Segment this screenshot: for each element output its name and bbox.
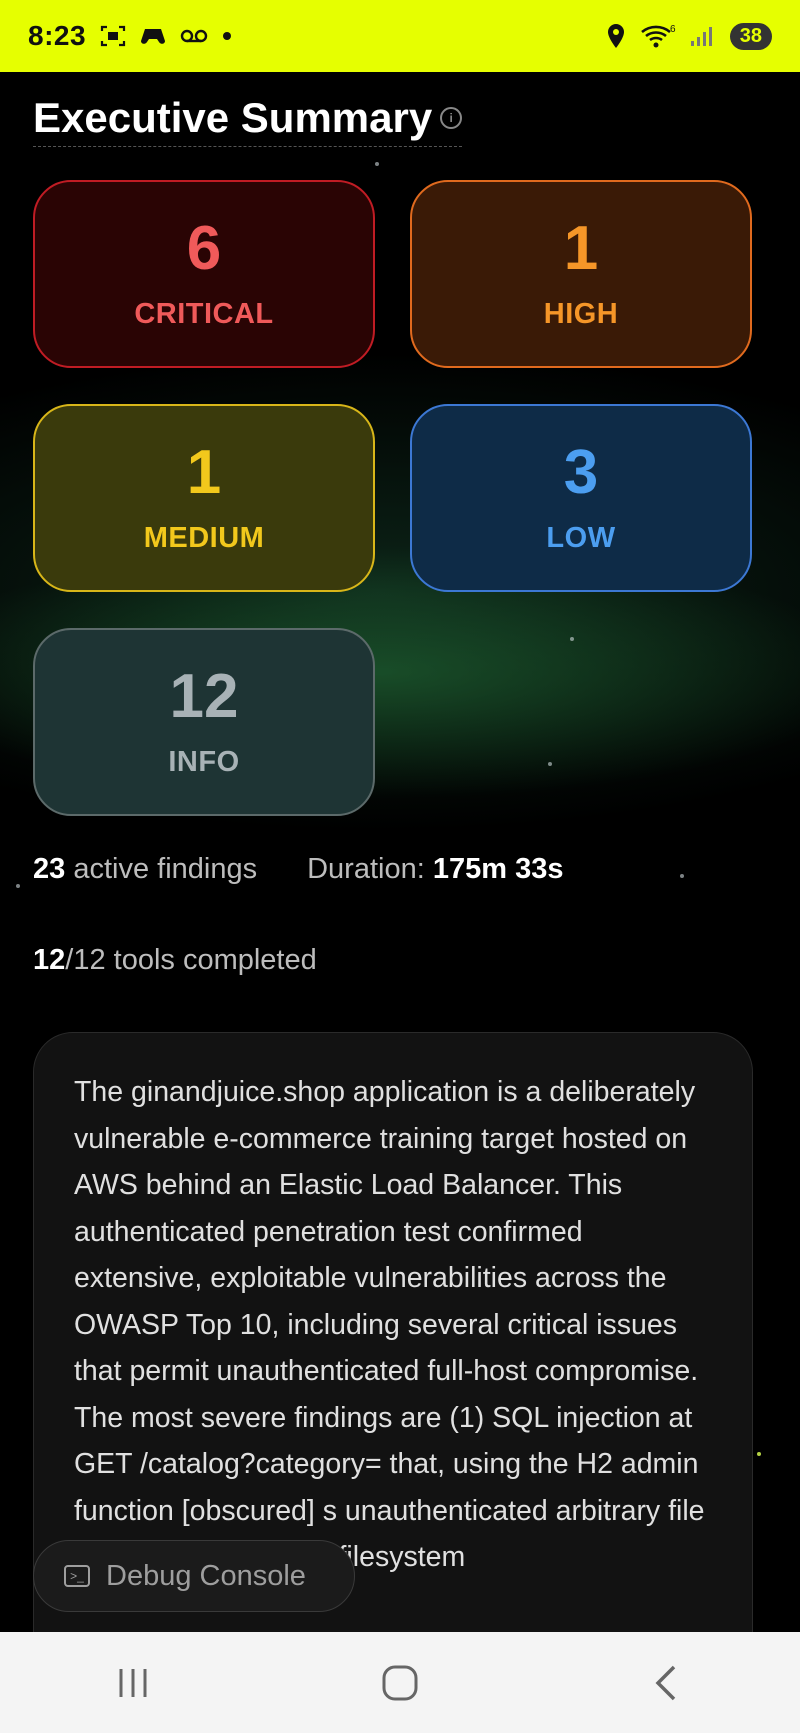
low-label: LOW: [546, 521, 616, 554]
severity-card-high[interactable]: 1 HIGH: [410, 180, 752, 368]
summary-text: The ginandjuice.shop application is a de…: [74, 1076, 705, 1573]
duration: Duration: 175m 33s: [307, 853, 563, 886]
home-icon: [382, 1665, 418, 1700]
gamepad-icon: [140, 25, 166, 47]
page-header: Executive Summary i: [33, 94, 463, 147]
duration-label: Duration:: [307, 853, 425, 885]
recent-apps-button[interactable]: [93, 1653, 173, 1713]
high-label: HIGH: [543, 297, 619, 330]
info-count: 12: [169, 661, 239, 731]
severity-card-medium[interactable]: 1 MEDIUM: [33, 404, 375, 592]
medium-count: 1: [186, 437, 222, 507]
severity-card-info[interactable]: 12 INFO: [33, 628, 375, 816]
main-content[interactable]: Executive Summary i 6 CRITICAL 1 HIGH 1 …: [0, 72, 800, 1632]
system-nav-bar: [0, 1632, 800, 1733]
severity-card-critical[interactable]: 6 CRITICAL: [33, 180, 375, 368]
info-icon[interactable]: i: [440, 107, 463, 129]
wifi-badge: 6: [670, 24, 676, 35]
debug-console-label: Debug Console: [106, 1559, 306, 1592]
back-button[interactable]: [627, 1653, 707, 1713]
signal-icon: [690, 25, 716, 47]
tools-completed-count: 12: [33, 944, 66, 976]
info-label: INFO: [168, 745, 240, 778]
active-findings: 23 active findings: [33, 853, 257, 886]
duration-value: 175m 33s: [432, 853, 564, 885]
active-findings-count: 23: [33, 853, 66, 885]
low-count: 3: [563, 437, 599, 507]
critical-count: 6: [186, 213, 222, 283]
medium-label: MEDIUM: [143, 521, 265, 554]
recent-apps-icon: [119, 1668, 147, 1697]
debug-console-button[interactable]: >_ Debug Console: [33, 1540, 355, 1612]
active-findings-label: active findings: [73, 853, 258, 885]
screenshot-icon: [100, 24, 126, 48]
status-bar: 8:23 6 38: [0, 0, 800, 72]
high-count: 1: [563, 213, 599, 283]
tools-completed-label: /12 tools completed: [65, 944, 317, 976]
home-button[interactable]: [360, 1653, 440, 1713]
status-time: 8:23: [28, 20, 87, 51]
back-icon: [655, 1665, 675, 1700]
severity-card-low[interactable]: 3 LOW: [410, 404, 752, 592]
wifi-icon: 6: [640, 23, 676, 49]
location-icon: [606, 23, 626, 49]
findings-stats: 23 active findings Duration: 175m 33s: [33, 853, 563, 886]
dot-icon: [222, 31, 232, 41]
terminal-icon: >_: [64, 1565, 90, 1587]
page-title: Executive Summary: [33, 94, 433, 141]
voicemail-icon: [180, 28, 208, 44]
tools-completed: 12/12 tools completed: [33, 944, 317, 977]
critical-label: CRITICAL: [134, 297, 274, 330]
battery-icon: 38: [729, 22, 772, 50]
